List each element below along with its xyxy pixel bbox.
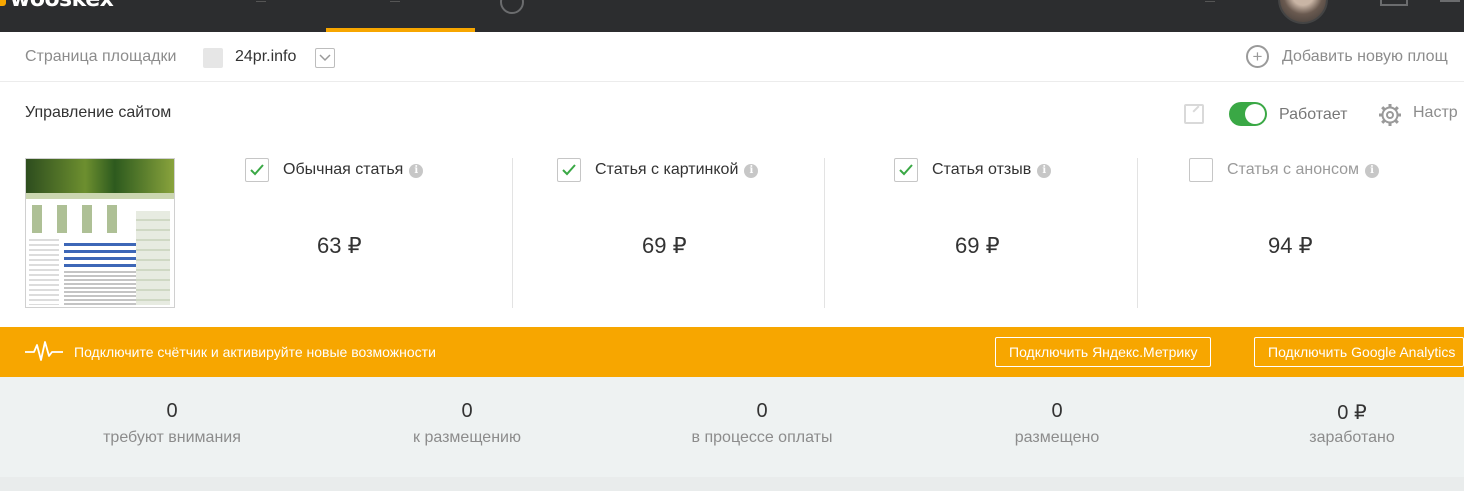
logo-accent-dot: [0, 0, 6, 6]
info-icon[interactable]: i: [744, 164, 759, 178]
stat-value: 0: [166, 400, 178, 422]
article-type-price: 69 ₽: [955, 233, 1000, 258]
site-selector-row: Страница площадки 24pr.info + Добавить н…: [0, 32, 1464, 82]
nav-item-right[interactable]: [1205, 0, 1215, 2]
nav-item-active[interactable]: [390, 0, 400, 2]
thumb-blocks: [32, 205, 132, 233]
article-type-name: Статья с картинкой: [595, 161, 739, 178]
stat-label: в процессе оплаты: [691, 429, 833, 446]
menu-icon[interactable]: [1440, 0, 1460, 2]
site-page-label: Страница площадки: [25, 48, 177, 65]
article-type-with-image: Статья с картинкой i 69 ₽: [557, 158, 787, 308]
banner-text: Подключите счётчик и активируйте новые в…: [74, 344, 436, 360]
site-status-label: Работает: [1279, 106, 1348, 123]
site-dropdown-chevron-down-icon[interactable]: [315, 48, 335, 68]
article-type-name: Статья с анонсом: [1227, 161, 1360, 178]
info-icon[interactable]: i: [409, 164, 424, 178]
article-type-announcement: Статья с анонсом i 94 ₽: [1189, 158, 1449, 308]
site-panel: Страница площадки 24pr.info + Добавить н…: [0, 32, 1464, 477]
top-navigation-bar: wooskex: [0, 0, 1464, 32]
article-type-name: Обычная статья: [283, 161, 404, 178]
article-type-price: 94 ₽: [1268, 233, 1313, 258]
section-title: Управление сайтом: [25, 104, 172, 121]
add-site-link[interactable]: Добавить новую площ: [1282, 48, 1448, 66]
thumb-headline: [64, 243, 136, 267]
external-link-icon[interactable]: [1184, 104, 1204, 124]
divider: [512, 158, 513, 308]
article-type-review: Статья отзыв i 69 ₽: [894, 158, 1124, 308]
stat-label: к размещению: [413, 429, 521, 446]
settings-link[interactable]: Настр: [1413, 104, 1458, 122]
stat-value: 0: [1051, 400, 1063, 422]
article-type-checkbox[interactable]: [245, 158, 269, 182]
stat-value: 0: [461, 400, 473, 422]
mail-icon[interactable]: [1380, 0, 1408, 6]
article-type-checkbox[interactable]: [894, 158, 918, 182]
divider: [824, 158, 825, 308]
add-circle-icon[interactable]: +: [1246, 45, 1269, 68]
stats-bar: 0 требуют внимания 0 к размещению 0 в пр…: [0, 377, 1464, 477]
article-type-name: Статья отзыв: [932, 161, 1032, 178]
article-type-price: 63 ₽: [317, 233, 362, 258]
divider: [1137, 158, 1138, 308]
thumb-sidebar: [136, 211, 170, 305]
gear-icon[interactable]: [1378, 103, 1402, 127]
thumb-navbar: [26, 193, 174, 199]
article-type-checkbox[interactable]: [1189, 158, 1213, 182]
info-icon[interactable]: i: [1037, 164, 1052, 178]
toggle-knob: [1245, 104, 1265, 124]
thumb-text: [64, 271, 136, 305]
avatar[interactable]: [1278, 0, 1328, 24]
site-domain[interactable]: 24pr.info: [235, 48, 296, 66]
connect-google-analytics-button[interactable]: Подключить Google Analytics: [1254, 337, 1464, 367]
site-screenshot-thumbnail[interactable]: [25, 158, 175, 308]
thumb-header: [26, 159, 174, 193]
nav-item-left[interactable]: [256, 0, 266, 2]
counter-banner: Подключите счётчик и активируйте новые в…: [0, 327, 1464, 377]
site-favicon: [203, 48, 223, 68]
stat-value: 0: [756, 400, 768, 422]
thumb-left-column: [29, 239, 59, 305]
logo[interactable]: wooskex: [10, 0, 114, 12]
pulse-icon: [25, 341, 63, 361]
article-type-checkbox[interactable]: [557, 158, 581, 182]
site-status-toggle[interactable]: [1229, 102, 1267, 126]
article-type-regular: Обычная статья i 63 ₽: [245, 158, 475, 308]
info-icon[interactable]: i: [1365, 164, 1380, 178]
stat-value: 0 ₽: [1337, 402, 1367, 424]
help-icon[interactable]: [500, 0, 524, 14]
stat-label: размещено: [1014, 429, 1100, 446]
connect-yandex-metrika-button[interactable]: Подключить Яндекс.Метрику: [995, 337, 1212, 367]
stat-label: требуют внимания: [103, 429, 241, 446]
article-type-price: 69 ₽: [642, 233, 687, 258]
stat-label: заработано: [1309, 429, 1395, 446]
